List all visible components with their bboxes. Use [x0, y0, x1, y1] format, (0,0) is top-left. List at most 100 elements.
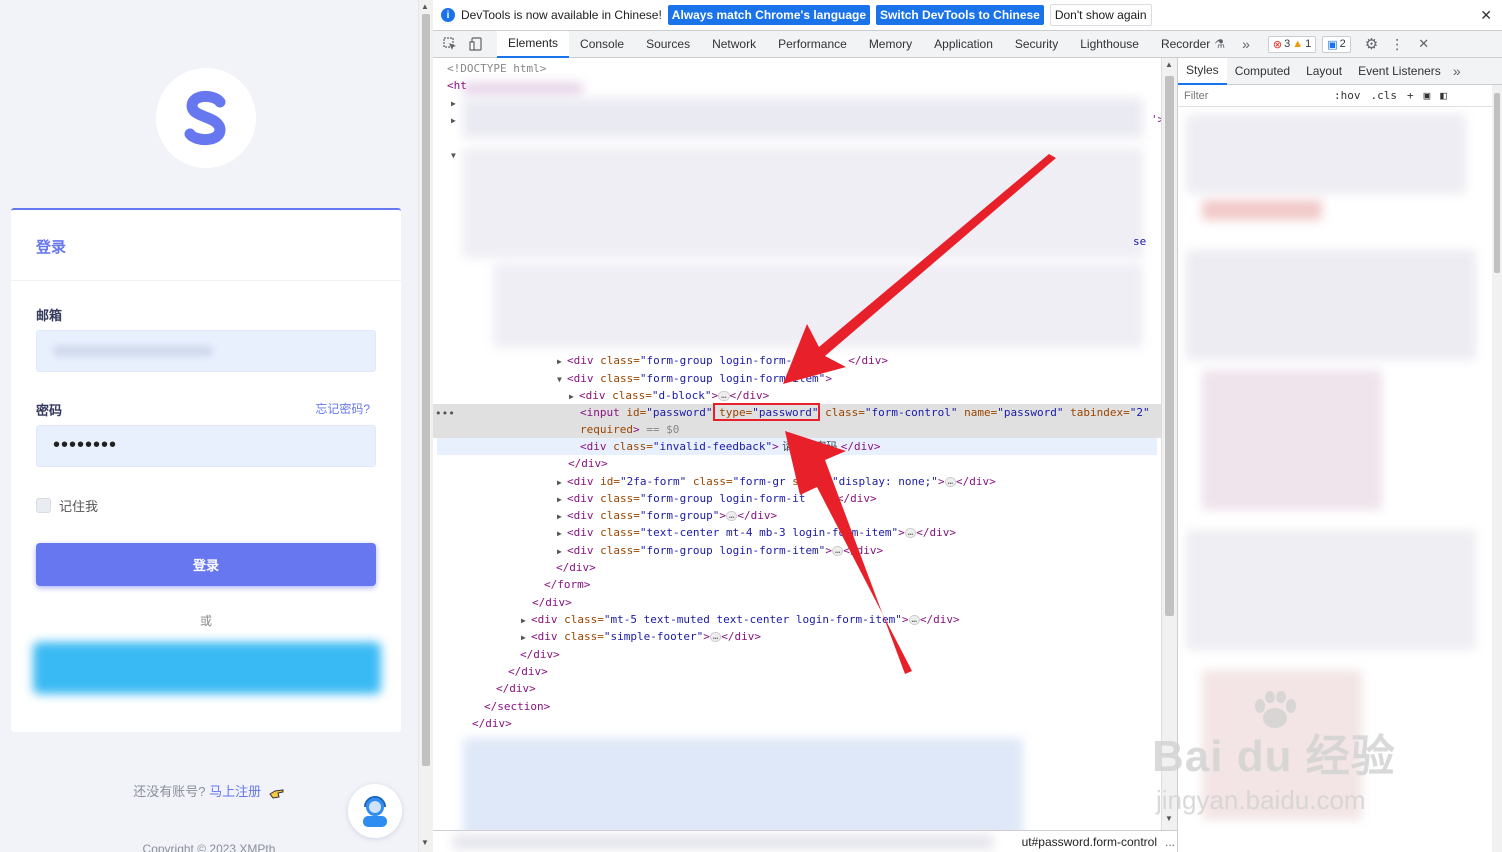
- dom-node-form-group[interactable]: ▶ <div class="form-group login-form- </div…: [557, 352, 1161, 369]
- tab-lighthouse[interactable]: Lighthouse: [1069, 31, 1150, 58]
- close-icon[interactable]: ✕: [1480, 7, 1492, 24]
- settings-gear-icon[interactable]: ⚙: [1365, 35, 1378, 53]
- tab-elements[interactable]: Elements: [497, 30, 570, 58]
- collapse-triangle-icon[interactable]: ▼: [557, 371, 567, 388]
- tab-computed[interactable]: Computed: [1227, 58, 1298, 85]
- device-toolbar-icon[interactable]: [463, 31, 489, 57]
- scroll-up-arrow-icon[interactable]: ▲: [1165, 60, 1173, 69]
- scroll-down-arrow-icon[interactable]: ▼: [421, 838, 429, 847]
- styles-scrollbar[interactable]: [1492, 85, 1502, 852]
- cls-toggle[interactable]: .cls: [1371, 89, 1398, 102]
- html-open-line[interactable]: <ht: [447, 77, 1161, 94]
- dom-node-form-group[interactable]: ▶ <div class="form-group">… </div>: [557, 507, 1161, 524]
- expand-triangle-icon[interactable]: ▶: [557, 525, 567, 542]
- dom-close-div[interactable]: </div>: [496, 680, 1161, 697]
- expand-triangle-icon[interactable]: ▶: [557, 353, 567, 370]
- collapsed-line[interactable]: ▶ '>: [451, 111, 1161, 128]
- page-scrollbar-thumb[interactable]: [422, 14, 430, 766]
- node-actions-ellipsis-icon[interactable]: •••: [435, 407, 455, 420]
- tab-layout[interactable]: Layout: [1298, 58, 1350, 85]
- switch-to-chinese-button[interactable]: Switch DevTools to Chinese: [876, 5, 1044, 25]
- third-party-login-button[interactable]: [33, 642, 381, 694]
- kebab-menu-icon[interactable]: ⋮: [1390, 36, 1404, 53]
- login-button[interactable]: 登录: [36, 543, 376, 586]
- issues-badge[interactable]: ⊗ 3 ▲ 1: [1267, 35, 1317, 53]
- dom-close-section[interactable]: </section>: [484, 698, 1161, 715]
- breadcrumb-current-node[interactable]: ut#password.form-control: [1022, 835, 1157, 849]
- tab-network[interactable]: Network: [701, 31, 767, 58]
- dom-node-invalid-feedback[interactable]: <div class="invalid-feedback"> 请填写密码 </d…: [580, 438, 1161, 455]
- forgot-password-link[interactable]: 忘记密码?: [315, 400, 370, 417]
- dom-node-password-input[interactable]: <input id="password" type="password" cla…: [580, 404, 1161, 421]
- expand-triangle-icon[interactable]: ▶: [451, 112, 461, 129]
- dom-node-mt5[interactable]: ▶ <div class="mt-5 text-muted text-center…: [521, 611, 1161, 628]
- dont-show-again-button[interactable]: Don't show again: [1049, 4, 1152, 26]
- tab-styles[interactable]: Styles: [1178, 57, 1227, 85]
- support-chat-button[interactable]: [348, 784, 402, 838]
- styles-scrollbar-thumb[interactable]: [1494, 93, 1500, 273]
- breadcrumb-more[interactable]: ...: [1165, 835, 1175, 849]
- dom-node-form-group[interactable]: ▶ <div class="form-group login-form-item"…: [557, 542, 1161, 559]
- collapsed-children-icon[interactable]: …: [825, 494, 837, 504]
- dom-node-form-group-expanded[interactable]: ▼ <div class="form-group login-form-item"…: [557, 370, 1161, 387]
- tab-event-listeners[interactable]: Event Listeners: [1350, 58, 1449, 85]
- expand-triangle-icon[interactable]: ▶: [451, 95, 461, 112]
- expand-triangle-icon[interactable]: ▶: [557, 508, 567, 525]
- expand-triangle-icon[interactable]: ▶: [521, 629, 531, 646]
- computed-styles-icon[interactable]: ▣: [1424, 89, 1431, 102]
- tab-application[interactable]: Application: [923, 31, 1004, 58]
- dom-node-text-center[interactable]: ▶ <div class="text-center mt-4 mb-3 login…: [557, 524, 1161, 541]
- collapsed-children-icon[interactable]: …: [944, 477, 956, 487]
- styles-filter-input[interactable]: Filter: [1184, 90, 1324, 102]
- messages-badge[interactable]: ▣ 2: [1322, 35, 1351, 53]
- dom-close-form[interactable]: </form>: [544, 576, 1161, 593]
- close-devtools-icon[interactable]: ✕: [1418, 36, 1429, 52]
- dom-close-div[interactable]: </div>: [520, 646, 1161, 663]
- collapsed-children-icon[interactable]: …: [908, 615, 920, 625]
- elements-scrollbar-thumb[interactable]: [1165, 76, 1174, 616]
- tab-sources[interactable]: Sources: [635, 31, 701, 58]
- expand-triangle-icon[interactable]: ▶: [557, 474, 567, 491]
- expand-triangle-icon[interactable]: ▶: [569, 388, 579, 405]
- expand-triangle-icon[interactable]: ▶: [557, 543, 567, 560]
- dom-node-d-block[interactable]: ▶ <div class="d-block">… </div>: [569, 387, 1161, 404]
- dom-node-password-input-cont[interactable]: required> == $0: [580, 421, 1161, 438]
- scroll-up-arrow-icon[interactable]: ▲: [421, 2, 429, 11]
- tab-memory[interactable]: Memory: [858, 31, 923, 58]
- always-match-language-button[interactable]: Always match Chrome's language: [667, 5, 871, 25]
- dom-node-form-group[interactable]: ▶ <div class="form-group login-form-it … </…: [557, 490, 1161, 507]
- page-scrollbar[interactable]: ▲ ▼: [418, 0, 433, 852]
- add-rule-icon[interactable]: +: [1407, 89, 1414, 102]
- dom-close-div[interactable]: </div>: [472, 715, 1161, 732]
- tab-security[interactable]: Security: [1004, 31, 1069, 58]
- collapsed-children-icon[interactable]: …: [709, 632, 722, 642]
- email-input[interactable]: [36, 330, 376, 372]
- dom-close-div[interactable]: </div>: [556, 559, 1161, 576]
- dom-close-div[interactable]: </div>: [532, 594, 1161, 611]
- expand-triangle-icon[interactable]: ▶: [521, 612, 531, 629]
- more-tabs-chevron-icon[interactable]: »: [1242, 36, 1250, 52]
- more-tabs-chevron-icon[interactable]: »: [1453, 63, 1461, 79]
- collapsed-children-icon[interactable]: …: [904, 528, 917, 538]
- inspect-element-icon[interactable]: [437, 31, 463, 57]
- body-line[interactable]: ▼: [451, 146, 1161, 163]
- toggle-sidebar-icon[interactable]: ◧: [1440, 89, 1447, 102]
- collapse-triangle-icon[interactable]: ▼: [451, 147, 461, 164]
- password-input[interactable]: ••••••••: [36, 425, 376, 467]
- dom-node-simple-footer[interactable]: ▶ <div class="simple-footer">… </div>: [521, 628, 1161, 645]
- tab-performance[interactable]: Performance: [767, 31, 858, 58]
- tab-recorder[interactable]: Recorder ⚗: [1150, 31, 1236, 58]
- tab-console[interactable]: Console: [569, 31, 635, 58]
- collapsed-children-icon[interactable]: …: [831, 546, 844, 556]
- head-line[interactable]: ▶: [451, 94, 1161, 111]
- dom-close-div[interactable]: </div>: [568, 455, 1161, 472]
- remember-me-row[interactable]: 记住我: [36, 496, 98, 515]
- remember-me-checkbox[interactable]: [36, 498, 51, 513]
- dom-node-2fa-form[interactable]: ▶ <div id="2fa-form" class="form-gr style…: [557, 473, 1161, 490]
- expand-triangle-icon[interactable]: ▶: [557, 491, 567, 508]
- register-link[interactable]: 马上注册: [209, 784, 261, 799]
- dom-close-div[interactable]: </div>: [508, 663, 1161, 680]
- hov-toggle[interactable]: :hov: [1334, 89, 1361, 102]
- collapsed-children-icon[interactable]: …: [718, 391, 730, 401]
- collapsed-children-icon[interactable]: …: [725, 511, 738, 521]
